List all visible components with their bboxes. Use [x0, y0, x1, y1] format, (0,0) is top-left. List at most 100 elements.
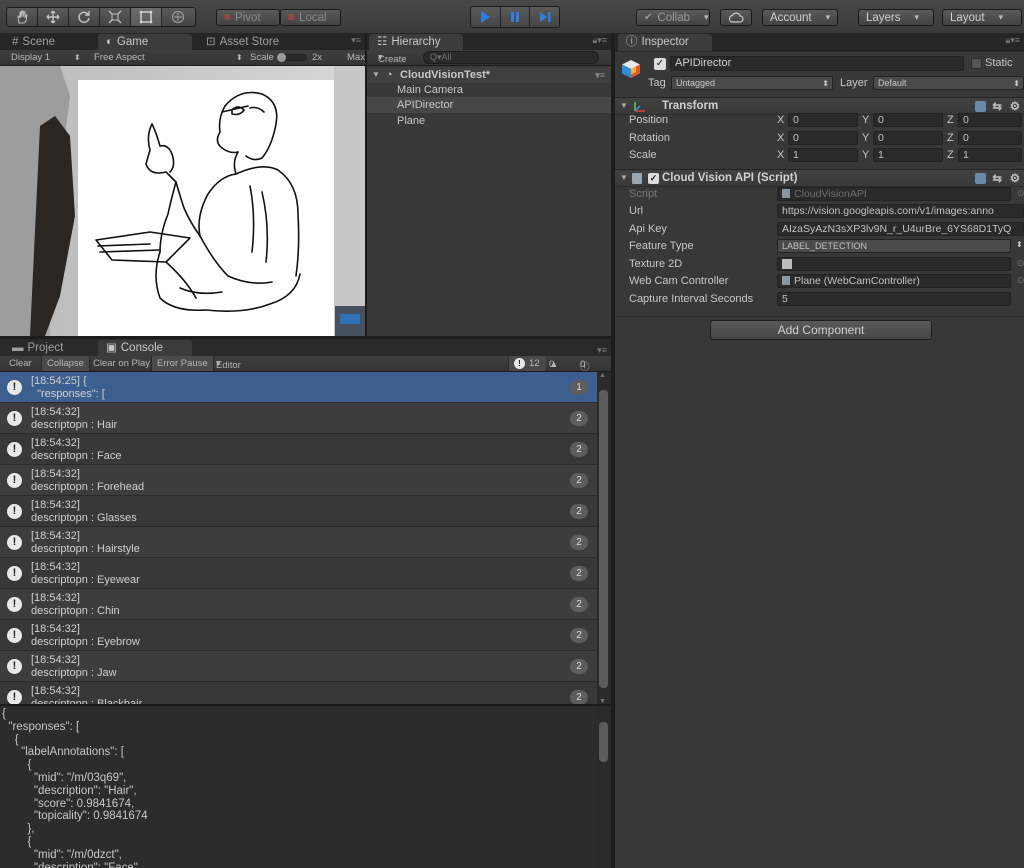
lock-icon[interactable]: 🔒︎▾≡ — [592, 35, 607, 46]
detail-scrollbar[interactable] — [597, 706, 611, 868]
expand-arrow-icon[interactable]: ▼ — [620, 101, 628, 110]
create-dropdown[interactable]: Create ▾ — [378, 52, 407, 65]
detail-scroll-thumb[interactable] — [599, 722, 608, 762]
texture-2d-input[interactable] — [777, 257, 1011, 271]
display-dropdown-arrow[interactable]: ⬍ — [74, 53, 81, 62]
maximize-on-play-toggle[interactable]: Max — [347, 52, 365, 63]
hand-icon[interactable] — [7, 8, 38, 26]
console-list-scroll-thumb[interactable] — [599, 390, 608, 688]
tab-scene[interactable]: # Scene — [4, 34, 63, 51]
active-checkbox[interactable]: ✓ — [654, 58, 666, 70]
scale-icon[interactable] — [100, 8, 131, 26]
console-log-entry[interactable]: ! [18:54:32] descriptopn : Blackhair 2 — [0, 682, 597, 705]
tab-hierarchy[interactable]: ☷ Hierarchy — [369, 34, 463, 51]
scale-x-field[interactable]: 1 — [788, 148, 858, 162]
tab-console[interactable]: ▣ Console — [98, 340, 192, 357]
scale-y-field[interactable]: 1 — [873, 148, 943, 162]
object-picker-icon[interactable]: ⊙ — [1017, 188, 1024, 199]
console-log-entry[interactable]: ! [18:54:32] descriptopn : Glasses 2 — [0, 496, 597, 527]
position-y-field[interactable]: 0 — [873, 113, 943, 127]
tab-inspector[interactable]: ⓘ Inspector — [618, 34, 712, 51]
add-component-button[interactable]: Add Component — [710, 320, 932, 340]
web-cam-controller-input[interactable]: Plane (WebCamController) — [777, 274, 1011, 288]
panel-menu-icon[interactable]: ▾≡ — [597, 345, 607, 356]
console-log-entry[interactable]: ! [18:54:32] descriptopn : Jaw 2 — [0, 651, 597, 682]
vertical-splitter[interactable] — [365, 33, 367, 337]
collab-dropdown[interactable]: ✔ Collab — [636, 9, 710, 26]
pivot-button[interactable]: ■ Pivot — [216, 9, 280, 26]
tab-game[interactable]: ◐ Game — [98, 34, 192, 51]
editor-dropdown[interactable]: Editor ▾ — [216, 358, 241, 371]
console-log-entry[interactable]: ! [18:54:25] { "responses": [1 — [0, 372, 597, 403]
hierarchy-item-apidirector[interactable]: APIDirector — [367, 97, 611, 113]
static-checkbox[interactable] — [971, 58, 982, 69]
rotate-icon[interactable] — [69, 8, 100, 26]
hierarchy-item-plane[interactable]: Plane — [367, 113, 611, 129]
expand-arrow-icon[interactable]: ▼ — [372, 67, 380, 83]
layer-dropdown[interactable]: Default ⬍ — [873, 76, 1024, 90]
clear-on-play-toggle[interactable]: Clear on Play — [93, 358, 150, 369]
transform-icon[interactable] — [162, 8, 193, 26]
local-button[interactable]: ◙ Local — [280, 9, 341, 26]
gear-icon[interactable]: ⚙ — [1010, 171, 1020, 185]
account-dropdown[interactable]: Account — [762, 9, 838, 26]
display-dropdown[interactable]: Display 1 — [11, 52, 50, 63]
inspector-lock-icon[interactable]: 🔒︎▾≡ — [1005, 35, 1020, 46]
play-button[interactable] — [471, 7, 501, 27]
scroll-up-arrow-icon[interactable]: ▲ — [599, 372, 606, 379]
scale-z-field[interactable]: 1 — [958, 148, 1022, 162]
rotation-x-field[interactable]: 0 — [788, 130, 858, 145]
console-log-entry[interactable]: ! [18:54:32] descriptopn : Eyewear 2 — [0, 558, 597, 589]
scene-menu-icon[interactable]: ▾≡ — [595, 67, 605, 83]
gear-icon[interactable]: ⚙ — [1010, 99, 1020, 113]
error-pause-toggle[interactable]: Error Pause — [151, 356, 214, 371]
layout-dropdown[interactable]: Layout — [942, 9, 1022, 26]
log-count-toggle[interactable]: ! 12 — [508, 356, 546, 371]
clear-button[interactable]: Clear — [9, 358, 32, 369]
rotation-y-field[interactable]: 0 — [873, 130, 943, 145]
console-log-entry[interactable]: ! [18:54:32] descriptopn : Forehead 2 — [0, 465, 597, 496]
console-log-entry[interactable]: ! [18:54:32] descriptopn : Face 2 — [0, 434, 597, 465]
cloud-button[interactable] — [720, 9, 752, 26]
preset-icon[interactable]: ⇆ — [992, 171, 1002, 185]
feature-type-input[interactable]: LABEL_DETECTION — [777, 239, 1011, 253]
help-book-icon[interactable] — [975, 101, 986, 112]
console-log-entry[interactable]: ! [18:54:32] descriptopn : Hair 2 — [0, 403, 597, 434]
move-icon[interactable] — [38, 8, 69, 26]
script-component-header[interactable]: ▼ ✓ Cloud Vision API (Script) ⇆ ⚙ — [615, 169, 1024, 187]
feature-type-dropdown-arrow[interactable]: ⬍ — [1016, 240, 1023, 249]
tag-dropdown[interactable]: Untagged ⬍ — [671, 76, 833, 90]
scene-root-row[interactable]: ▼ ◔ CloudVisionTest* ▾≡ — [367, 67, 611, 83]
step-button[interactable] — [530, 7, 559, 27]
console-log-entry[interactable]: ! [18:54:32] descriptopn : Chin 2 — [0, 589, 597, 620]
preset-icon[interactable]: ⇆ — [992, 99, 1002, 113]
tab-asset-store[interactable]: ⊡ Asset Store — [198, 34, 287, 51]
hierarchy-search-input[interactable]: Q▾All — [423, 51, 599, 64]
console-log-entry[interactable]: ! [18:54:32] descriptopn : Hairstyle 2 — [0, 527, 597, 558]
api-key-input[interactable]: AIzaSyAzN3sXP3lv9N_r_U4urBre_6YS68D1TyQ — [777, 222, 1024, 236]
aspect-dropdown-arrow[interactable]: ⬍ — [236, 53, 243, 62]
script-input[interactable]: CloudVisionAPI — [777, 187, 1011, 201]
rect-icon[interactable] — [131, 8, 162, 26]
panel-menu-icon[interactable]: ▾≡ — [351, 35, 361, 46]
capture-interval-seconds-input[interactable]: 5 — [777, 292, 1011, 306]
layers-dropdown[interactable]: Layers — [858, 9, 934, 26]
help-book-icon[interactable] — [975, 173, 986, 184]
collapse-toggle[interactable]: Collapse — [41, 356, 90, 371]
position-z-field[interactable]: 0 — [958, 113, 1022, 127]
game-view[interactable] — [0, 66, 365, 336]
console-list-scrollbar[interactable]: ▲ ▼ — [597, 372, 611, 706]
scale-slider-thumb[interactable] — [277, 53, 286, 62]
object-name-input[interactable]: APIDirector — [670, 56, 964, 71]
aspect-dropdown[interactable]: Free Aspect — [94, 52, 145, 63]
object-picker-icon[interactable]: ⊙ — [1017, 258, 1024, 269]
position-x-field[interactable]: 0 — [788, 113, 858, 127]
object-picker-icon[interactable]: ⊙ — [1017, 275, 1024, 286]
url-input[interactable]: https://vision.googleapis.com/v1/images:… — [777, 204, 1024, 218]
tab-project[interactable]: ▬ Project — [4, 340, 71, 357]
pause-button[interactable] — [500, 7, 531, 27]
console-log-entry[interactable]: ! [18:54:32] descriptopn : Eyebrow 2 — [0, 620, 597, 651]
hierarchy-item-main-camera[interactable]: Main Camera — [367, 82, 611, 98]
rotation-z-field[interactable]: 0 — [958, 130, 1022, 145]
script-enabled-checkbox[interactable]: ✓ — [648, 173, 659, 184]
